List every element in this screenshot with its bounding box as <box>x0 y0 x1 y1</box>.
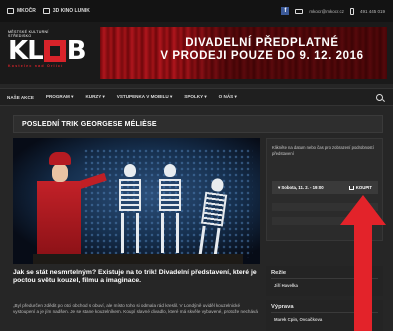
phone-number: 491 445 019 <box>359 8 385 14</box>
banner-line-2: V PRODEJI POUZE DO 9. 12. 2016 <box>160 50 364 62</box>
top-link-kino[interactable]: 3D KINO LUNIK <box>42 8 90 14</box>
email-link[interactable]: mkocr@mkocr.cz <box>309 9 344 14</box>
logo-letter-b: B <box>66 36 87 66</box>
logo-square-mark <box>43 40 66 62</box>
main-nav: NAŠE AKCE PROGRAM ▾ KURZY ▾ VSTUPENKA V … <box>0 88 393 106</box>
buy-button-label: KOUPIT <box>355 185 372 190</box>
site-logo[interactable]: Městské kulturní středisko K L B Kostele… <box>8 30 96 76</box>
logo-letter-l: L <box>27 36 44 66</box>
page-title: POSLEDNÍ TRIK GEORGESE MÉLIÈSE <box>22 120 157 128</box>
cart-icon <box>348 185 354 190</box>
page: MKOČR 3D KINO LUNIK f mkocr@mkocr.cz 491… <box>0 0 393 331</box>
email-icon <box>295 8 304 14</box>
search-icon[interactable] <box>376 93 383 101</box>
top-link-kino-label: 3D KINO LUNIK <box>52 8 90 14</box>
nav-item-spolky[interactable]: SPOLKY ▾ <box>184 94 206 100</box>
article-lead: Jak se stát nesmrtelným? Existuje na to … <box>13 269 257 285</box>
logo-letter-k: K <box>8 36 28 66</box>
event-photo <box>13 138 260 264</box>
skeleton-figure <box>117 164 143 256</box>
nav-item-vstupenka[interactable]: VSTUPENKA V MOBILU ▾ <box>117 94 172 100</box>
nav-item-o-nas[interactable]: O NÁS ▾ <box>219 94 237 100</box>
buy-button[interactable]: KOUPIT <box>348 185 372 190</box>
nav-item-kurzy[interactable]: KURZY ▾ <box>85 94 104 100</box>
logo-wordmark: K L B <box>8 36 96 66</box>
ticket-date: ▾ Sobota, 11. 2. - 19:00 <box>278 184 324 190</box>
home-icon <box>7 8 14 14</box>
facebook-icon[interactable]: f <box>281 7 290 15</box>
top-link-mkocr[interactable]: MKOČR <box>7 8 36 14</box>
top-link-mkocr-label: MKOČR <box>17 8 36 14</box>
article-body: „Byl předurčen zdědit po otci obchod s o… <box>13 303 258 315</box>
magician-figure <box>33 152 107 264</box>
top-bar: MKOČR 3D KINO LUNIK f mkocr@mkocr.cz 491… <box>0 0 393 22</box>
phone-icon <box>349 7 354 15</box>
promo-banner[interactable]: DIVADELNÍ PŘEDPLATNÉ V PRODEJI POUZE DO … <box>100 27 387 79</box>
skeleton-figure <box>157 164 183 256</box>
nav-item-program[interactable]: PROGRAM ▾ <box>46 94 74 100</box>
up-arrow-icon <box>340 195 386 331</box>
nav-item-nase-akce[interactable]: NAŠE AKCE <box>7 95 34 100</box>
ticket-date-select[interactable]: ▾ Sobota, 11. 2. - 19:00 KOUPIT <box>272 181 378 194</box>
banner-line-1: DIVADELNÍ PŘEDPLATNÉ <box>185 37 339 49</box>
film-icon <box>42 8 50 14</box>
ticket-note: Klikněte na datum nebo čas pro zobrazení… <box>272 145 374 156</box>
top-contacts: f mkocr@mkocr.cz 491 445 019 <box>281 7 385 15</box>
page-title-bar: POSLEDNÍ TRIK GEORGESE MÉLIÈSE <box>13 115 383 133</box>
header: Městské kulturní středisko K L B Kostele… <box>0 22 393 84</box>
banner-text: DIVADELNÍ PŘEDPLATNÉ V PRODEJI POUZE DO … <box>142 37 382 63</box>
